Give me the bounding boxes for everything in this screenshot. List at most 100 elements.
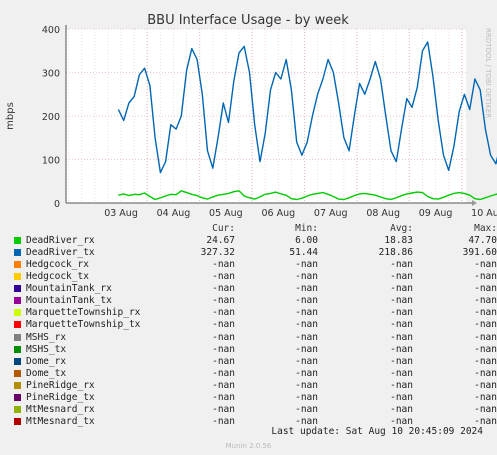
legend-cur-value: -nan [212,259,235,271]
generator-credit: Munin 2.0.56 [225,442,272,450]
legend-cur-value: 327.32 [200,247,235,259]
legend-cur-value: -nan [212,331,235,343]
y-tick-label: 100 [42,156,60,167]
legend-series-name: DeadRiver_tx [26,247,95,259]
x-tick-label: 04 Aug [157,208,191,219]
legend-swatch [14,357,21,365]
x-tick-label: 06 Aug [261,208,295,219]
legend-cur-value: -nan [212,307,235,319]
legend-swatch [14,249,21,257]
legend-min-value: -nan [295,343,318,355]
legend-avg-value: -nan [390,259,413,271]
legend-series-name: PineRidge_tx [26,391,95,403]
header-avg: Avg: [390,223,413,234]
legend-max-value: -nan [474,379,497,391]
x-tick-label: 07 Aug [314,208,348,219]
legend-avg-value: -nan [390,403,413,415]
legend-avg-value: -nan [390,271,413,283]
legend-row: Dome_rx -nan -nan -nan -nan [0,356,497,368]
x-tick-label: 05 Aug [209,208,243,219]
legend-max-value: -nan [474,319,497,331]
legend-min-value: -nan [295,259,318,271]
legend-avg-value: -nan [390,391,413,403]
rrdtool-side-label: RRDTOOL / TOBI OETIKER [484,28,492,118]
legend-cur-value: -nan [212,391,235,403]
legend-swatch [14,369,21,377]
legend-swatch [14,309,21,317]
legend-avg-value: -nan [390,307,413,319]
legend-cur-value: -nan [212,403,235,415]
legend-swatch [14,237,21,244]
legend-row: MountainTank_tx -nan -nan -nan -nan [0,295,497,307]
legend-avg-value: -nan [390,343,413,355]
legend-series-name: MarquetteTownship_rx [26,307,141,319]
legend-cur-value: -nan [212,283,235,295]
last-update: Last update: Sat Aug 10 20:45:09 2024 [271,426,483,437]
legend-row: PineRidge_tx -nan -nan -nan -nan [0,392,497,404]
legend-avg-value: -nan [390,355,413,367]
legend-min-value: -nan [295,391,318,403]
legend-row: MarquetteTownship_tx -nan -nan -nan -nan [0,319,497,331]
legend-row: Hedgcock_rx -nan -nan -nan -nan [0,259,497,271]
legend-max-value: -nan [474,367,497,379]
legend-series-name: PineRidge_rx [26,379,95,391]
legend-min-value: -nan [295,379,318,391]
legend-min-value: -nan [295,403,318,415]
legend-cur-value: -nan [212,271,235,283]
legend-series-name: Hedgcock_tx [26,271,89,283]
x-tick-label: 08 Aug [366,208,400,219]
legend-avg-value: -nan [390,331,413,343]
legend-cur-value: -nan [212,295,235,307]
legend-swatch [14,261,21,269]
legend-series-name: MountainTank_tx [26,295,112,307]
legend-series-name: Dome_rx [26,355,67,367]
x-axis-arrow [472,200,477,206]
x-tick-label: 09 Aug [419,208,453,219]
header-min: Min: [295,223,318,234]
legend-series-name: MtMesnard_tx [26,416,95,428]
legend-series-name: MSHS_rx [26,331,67,343]
legend-max-value: -nan [474,391,497,403]
legend-row: DeadRiver_rx 24.67 6.00 18.83 47.70 [0,235,497,247]
legend-max-value: 391.60 [462,247,497,259]
legend-min-value: 6.00 [295,235,318,246]
legend-series-name: MtMesnard_rx [26,403,95,415]
legend-avg-value: -nan [390,295,413,307]
y-axis-label: mbps [5,102,16,130]
legend-min-value: -nan [295,307,318,319]
legend-min-value: -nan [295,331,318,343]
legend-row: MountainTank_rx -nan -nan -nan -nan [0,283,497,295]
legend-row: MtMesnard_rx -nan -nan -nan -nan [0,404,497,416]
legend-swatch [14,285,21,293]
legend-avg-value: 18.83 [384,235,413,246]
legend-max-value: -nan [474,331,497,343]
legend-row: MSHS_tx -nan -nan -nan -nan [0,344,497,356]
legend-min-value: -nan [295,367,318,379]
header-max: Max: [474,223,497,234]
legend-cur-value: -nan [212,343,235,355]
header-cur: Cur: [212,223,235,234]
legend-max-value: -nan [474,283,497,295]
legend-max-value: -nan [474,307,497,319]
x-tick-label: 03 Aug [104,208,138,219]
chart-title: BBU Interface Usage - by week [147,13,349,28]
legend-row: PineRidge_rx -nan -nan -nan -nan [0,380,497,392]
legend-min-value: -nan [295,283,318,295]
y-tick-label: 0 [54,199,60,210]
legend-row: Hedgcock_tx -nan -nan -nan -nan [0,271,497,283]
legend-swatch [14,345,21,353]
legend-swatch [14,321,21,329]
legend-avg-value: -nan [390,319,413,331]
legend-series-name: MarquetteTownship_tx [26,319,141,331]
legend-cur-value: -nan [212,319,235,331]
legend-cur-value: -nan [212,379,235,391]
y-tick-label: 400 [42,25,60,36]
y-tick-label: 200 [42,112,60,123]
legend-max-value: 47.70 [468,235,497,246]
y-tick-label: 300 [42,69,60,80]
legend-max-value: -nan [474,295,497,307]
legend-row: MSHS_rx -nan -nan -nan -nan [0,332,497,344]
legend-series-name: MountainTank_rx [26,283,112,295]
legend-max-value: -nan [474,271,497,283]
legend-avg-value: -nan [390,367,413,379]
